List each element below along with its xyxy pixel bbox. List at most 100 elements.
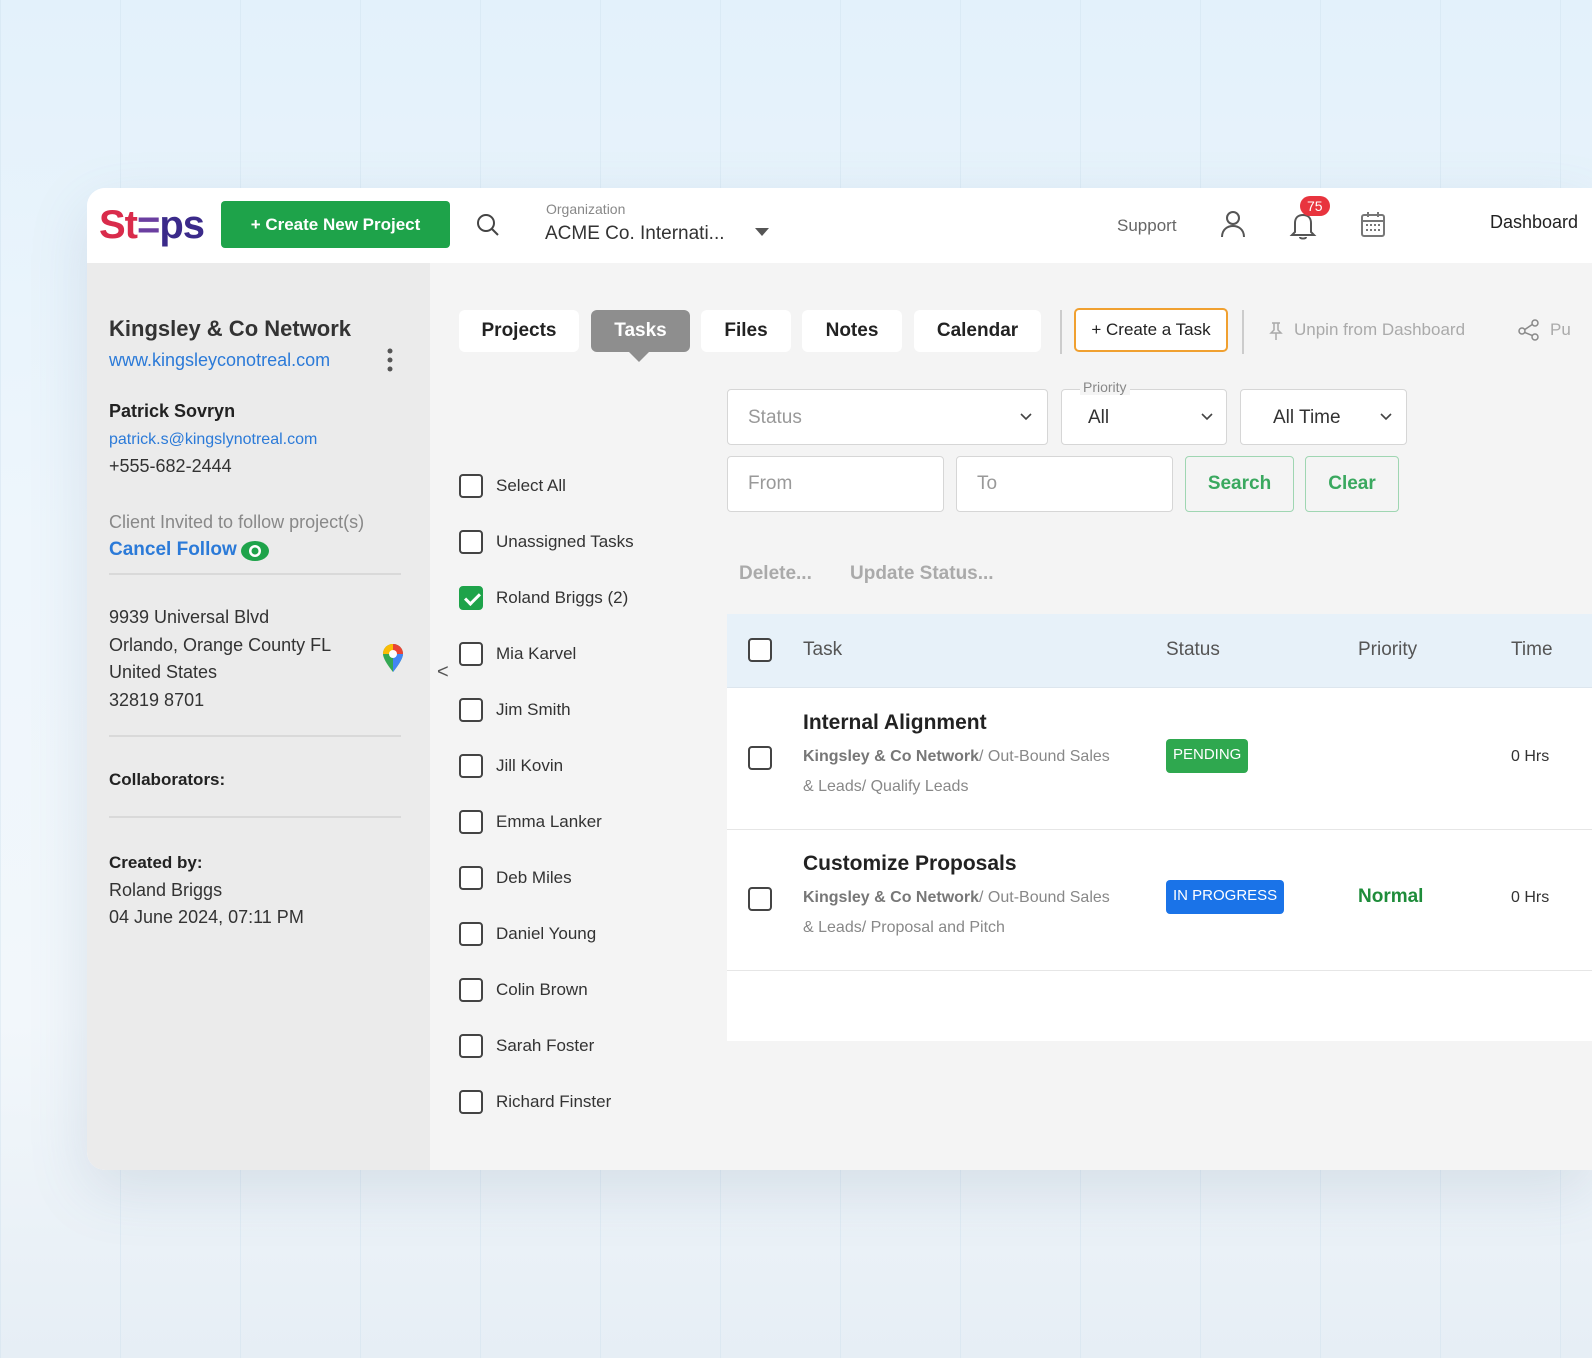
create-task-button[interactable]: + Create a Task xyxy=(1074,308,1228,352)
select-all-rows-checkbox[interactable] xyxy=(748,638,772,662)
contact-name: Patrick Sovryn xyxy=(109,401,236,421)
tab-files[interactable]: Files xyxy=(701,310,791,352)
logo-part: St xyxy=(99,203,138,247)
task-title[interactable]: Customize Proposals xyxy=(803,852,1017,876)
organization-select[interactable]: ACME Co. Internati... xyxy=(545,223,725,245)
dashboard-link[interactable]: Dashboard xyxy=(1490,212,1578,233)
contact-email-link[interactable]: patrick.s@kingslynotreal.com xyxy=(109,431,317,449)
assignee-filter-item[interactable]: Deb Miles xyxy=(459,865,572,891)
assignee-checkbox[interactable] xyxy=(459,586,483,610)
search-icon[interactable] xyxy=(476,213,500,237)
user-icon[interactable] xyxy=(1220,210,1246,238)
update-status-bulk-action[interactable]: Update Status... xyxy=(850,563,994,585)
assignee-label: Emma Lanker xyxy=(496,812,602,831)
assignee-filter-item[interactable]: Colin Brown xyxy=(459,977,588,1003)
priority-filter-select[interactable]: Priority All xyxy=(1061,379,1227,445)
map-pin-icon[interactable] xyxy=(381,643,405,673)
column-header-time[interactable]: Time xyxy=(1511,639,1553,661)
task-path: Kingsley & Co Network/ Out-Bound Sales & … xyxy=(803,742,1148,802)
time-range-select[interactable]: All Time xyxy=(1240,389,1407,445)
address-line: 9939 Universal Blvd xyxy=(109,607,270,627)
status-badge[interactable]: IN PROGRESS xyxy=(1166,880,1285,914)
task-path-line: / Out-Bound Sales xyxy=(979,748,1110,765)
support-link[interactable]: Support xyxy=(1117,216,1177,236)
tab-notes[interactable]: Notes xyxy=(802,310,902,352)
assignee-filter-item[interactable]: Richard Finster xyxy=(459,1089,611,1115)
assignee-checkbox[interactable] xyxy=(459,866,483,890)
assignee-label: Unassigned Tasks xyxy=(496,532,634,551)
more-options-icon[interactable] xyxy=(387,347,393,373)
time-value: 0 Hrs xyxy=(1511,889,1550,906)
row-checkbox[interactable] xyxy=(748,887,772,911)
column-header-priority[interactable]: Priority xyxy=(1358,639,1417,661)
search-button[interactable]: Search xyxy=(1185,456,1294,512)
task-path-line: / Out-Bound Sales xyxy=(979,889,1110,906)
share-button[interactable]: Pu xyxy=(1550,320,1571,340)
time-range-value: All Time xyxy=(1273,407,1341,428)
eye-icon xyxy=(241,541,269,561)
assignee-label: Richard Finster xyxy=(496,1092,612,1111)
assignee-checkbox[interactable] xyxy=(459,474,483,498)
caret-down-icon[interactable] xyxy=(755,228,769,236)
status-placeholder: Status xyxy=(748,407,802,428)
client-website-link[interactable]: www.kingsleyconotreal.com xyxy=(109,350,330,371)
task-title[interactable]: Internal Alignment xyxy=(803,711,987,735)
address-line: Orlando, Orange County FL xyxy=(109,635,332,655)
assignee-checkbox[interactable] xyxy=(459,922,483,946)
assignee-filter-item[interactable]: Jim Smith xyxy=(459,697,571,723)
column-header-task[interactable]: Task xyxy=(803,639,842,661)
notification-badge: 75 xyxy=(1300,196,1330,216)
assignee-filter-item[interactable]: Sarah Foster xyxy=(459,1033,594,1059)
table-row[interactable]: Internal Alignment Kingsley & Co Network/… xyxy=(727,689,1592,830)
assignee-checkbox[interactable] xyxy=(459,642,483,666)
calendar-icon[interactable] xyxy=(1360,210,1386,238)
tasks-table: Task Status Priority Time Internal Align… xyxy=(727,614,1592,1041)
assignee-checkbox[interactable] xyxy=(459,978,483,1002)
create-new-project-button[interactable]: + Create New Project xyxy=(221,201,450,248)
tab-projects[interactable]: Projects xyxy=(459,310,579,352)
tab-calendar[interactable]: Calendar xyxy=(914,310,1041,352)
assignee-label: Colin Brown xyxy=(496,980,588,999)
from-date-input[interactable]: From xyxy=(727,456,944,512)
delete-bulk-action[interactable]: Delete... xyxy=(739,563,812,585)
task-project-name[interactable]: Kingsley & Co Network xyxy=(803,889,979,906)
assignee-checkbox[interactable] xyxy=(459,530,483,554)
pin-icon[interactable] xyxy=(1269,321,1283,341)
assignee-checkbox[interactable] xyxy=(459,754,483,778)
table-row[interactable]: Customize Proposals Kingsley & Co Network… xyxy=(727,830,1592,971)
steps-logo[interactable]: St=ps xyxy=(99,203,205,248)
assignee-checkbox[interactable] xyxy=(459,1090,483,1114)
assignee-filter-item[interactable]: Daniel Young xyxy=(459,921,596,947)
clear-button[interactable]: Clear xyxy=(1305,456,1399,512)
invited-status-text: Client Invited to follow project(s) xyxy=(109,512,365,532)
divider xyxy=(109,816,401,818)
collapse-panel-toggle[interactable]: < xyxy=(437,661,449,684)
share-icon[interactable] xyxy=(1517,318,1541,342)
cancel-follow-link[interactable]: Cancel Follow xyxy=(109,539,237,561)
status-badge[interactable]: PENDING xyxy=(1166,739,1249,773)
to-date-input[interactable]: To xyxy=(956,456,1173,512)
app-window: St=ps + Create New Project Organization … xyxy=(87,188,1592,1170)
column-header-status[interactable]: Status xyxy=(1166,639,1220,661)
assignee-filter-item[interactable]: Emma Lanker xyxy=(459,809,602,835)
assignee-checkbox[interactable] xyxy=(459,810,483,834)
unpin-from-dashboard-button[interactable]: Unpin from Dashboard xyxy=(1294,320,1465,340)
assignee-label: Jim Smith xyxy=(496,700,571,719)
chevron-down-icon xyxy=(1201,413,1213,421)
assignee-checkbox[interactable] xyxy=(459,1034,483,1058)
assignee-filter-item[interactable]: Roland Briggs (2) xyxy=(459,585,628,611)
tab-tasks[interactable]: Tasks xyxy=(591,310,690,352)
collaborators-label: Collaborators: xyxy=(109,770,226,789)
assignee-filter-item[interactable]: Mia Karvel xyxy=(459,641,576,667)
status-filter-select[interactable]: Status xyxy=(727,389,1048,445)
client-name: Kingsley & Co Network xyxy=(109,316,352,341)
assignee-filter-item[interactable]: Jill Kovin xyxy=(459,753,563,779)
created-by-name: Roland Briggs xyxy=(109,880,223,900)
assignee-checkbox[interactable] xyxy=(459,698,483,722)
assignee-filter-item[interactable]: Unassigned Tasks xyxy=(459,529,634,555)
assignee-filter-item[interactable]: Select All xyxy=(459,473,566,499)
created-at-date: 04 June 2024, 07:11 PM xyxy=(109,907,304,927)
time-value: 0 Hrs xyxy=(1511,748,1550,765)
row-checkbox[interactable] xyxy=(748,746,772,770)
task-project-name[interactable]: Kingsley & Co Network xyxy=(803,748,979,765)
